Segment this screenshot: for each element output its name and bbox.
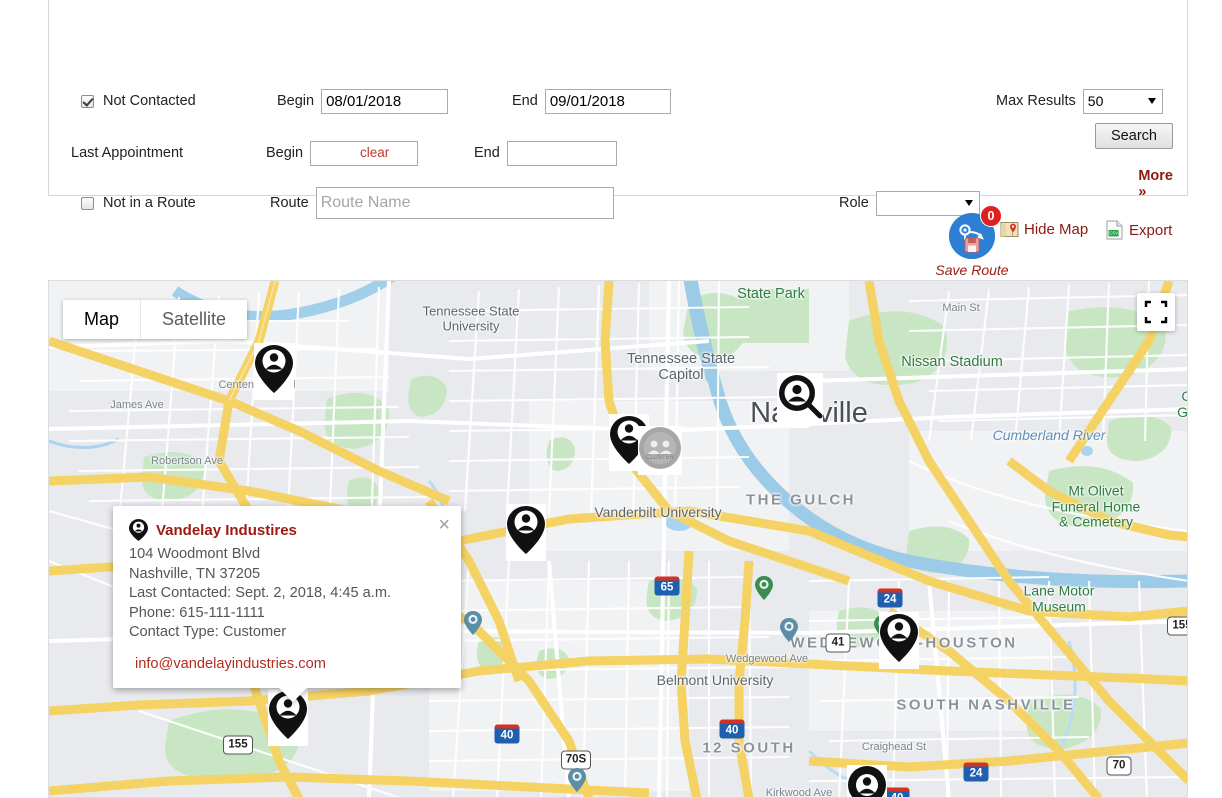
highway-shield: 65 [654,576,680,596]
contacted-end-label: End [512,93,538,109]
appt-begin-label: Begin [266,145,304,161]
info-address-line2: Nashville, TN 37205 [129,565,261,582]
fullscreen-icon [1144,300,1168,324]
export-label: Export [1129,221,1173,239]
chevron-down-icon [1147,98,1156,104]
info-address-line1: 104 Woodmont Blvd [129,546,261,562]
map-type-control[interactable]: Map Satellite [63,300,248,339]
school-icon[interactable] [464,611,482,640]
appt-end-label: End [474,145,500,161]
max-results-value: 50 [1087,93,1104,109]
not-contacted-field: Not Contacted [81,86,196,116]
info-window-title: Vandelay Industires [156,521,297,539]
max-results-field: Max Results 50 [996,86,1163,116]
map-marker-person-search[interactable] [777,373,823,424]
hide-map-label: Hide Map [1024,221,1089,238]
contacted-begin-input[interactable] [321,88,449,114]
export-button[interactable]: CSV Export [1105,220,1172,240]
highway-shield: 70S [561,750,591,770]
save-route-badge: 0 [980,205,1002,227]
map-marker-person-pin[interactable] [506,504,546,561]
route-label: Route [270,195,309,211]
school-icon[interactable] [568,768,586,797]
map-marker-cluster[interactable]: CLUSTER [638,426,682,475]
highway-shield: 41 [825,633,851,653]
highway-shield: 24 [963,762,989,782]
info-email-link[interactable]: info@vandelayindustries.com [135,656,445,672]
highway-shield: 155 [1167,616,1187,636]
appt-begin-field: Begin [266,138,419,168]
svg-text:CSV: CSV [1109,231,1118,236]
save-route-icon: 0 [949,205,1002,259]
hide-map-button[interactable]: Hide Map [1000,220,1088,239]
route-field: Route [270,187,614,219]
close-icon[interactable]: × [438,515,450,535]
highway-shield: 40 [494,724,520,744]
contacted-begin-label: Begin [277,93,315,109]
not-in-route-label: Not in a Route [103,195,196,211]
clear-route-link[interactable]: clear [360,145,389,160]
info-window-body: 104 Woodmont Blvd Nashville, TN 37205 La… [129,545,445,643]
map-marker-person-pin[interactable] [879,612,919,669]
map-toolbar: 0 Save Route Hide Map CSV Export [905,205,1190,280]
spreadsheet-icon: CSV [1106,220,1123,240]
role-label: Role [839,195,869,211]
map-type-map-button[interactable]: Map [63,300,142,339]
save-route-label: Save Route [935,262,1009,278]
last-appointment-label: Last Appointment [71,145,184,161]
fullscreen-button[interactable] [1137,293,1175,331]
person-pin-icon [129,519,148,541]
map-marker-person-circle[interactable] [847,765,887,797]
highway-shield: 24 [877,588,903,608]
route-name-input[interactable] [315,187,614,219]
map-marker-person-pin[interactable] [254,343,294,400]
more-options-link[interactable]: More » [1138,168,1173,200]
appt-end-field: End [474,138,617,168]
search-button[interactable]: Search [1095,123,1173,149]
highway-shield: 40 [884,787,910,797]
highway-shield: 40 [719,719,745,739]
map-type-satellite-button[interactable]: Satellite [141,300,248,339]
contacted-end-field: End [512,86,671,116]
map-canvas[interactable]: Tennessee State University Tennessee Stat… [48,280,1188,798]
park-icon[interactable] [755,576,773,605]
contacted-begin-field: Begin [277,86,449,116]
contact-info-window[interactable]: × Vandelay Industires 104 Woodmont Blvd … [113,506,461,688]
search-filter-panel: Not Contacted Begin End Max Results 50 L… [48,0,1188,219]
info-last-contacted: Last Contacted: Sept. 2, 2018, 4:45 a.m. [129,585,392,601]
highway-shield: 70 [1106,756,1132,776]
museum-icon[interactable] [780,618,798,647]
appt-end-input[interactable] [506,140,617,166]
not-contacted-checkbox[interactable] [81,94,94,108]
svg-text:CLUSTER: CLUSTER [646,455,675,461]
max-results-select[interactable]: 50 [1082,88,1163,114]
info-window-header: Vandelay Industires [129,519,445,541]
map-pin-icon [1000,222,1019,237]
not-contacted-label: Not Contacted [103,93,196,109]
not-in-route-checkbox[interactable] [81,196,94,210]
contacted-end-input[interactable] [544,88,671,114]
info-contact-type: Contact Type: Customer [129,624,287,640]
info-phone: Phone: 615-111-1111 [129,604,265,621]
chevron-down-icon [964,200,973,206]
max-results-label: Max Results [996,93,1076,109]
not-in-route-field: Not in a Route [81,188,196,218]
last-appointment-row-label: Last Appointment [71,138,183,168]
highway-shield: 155 [223,735,253,755]
